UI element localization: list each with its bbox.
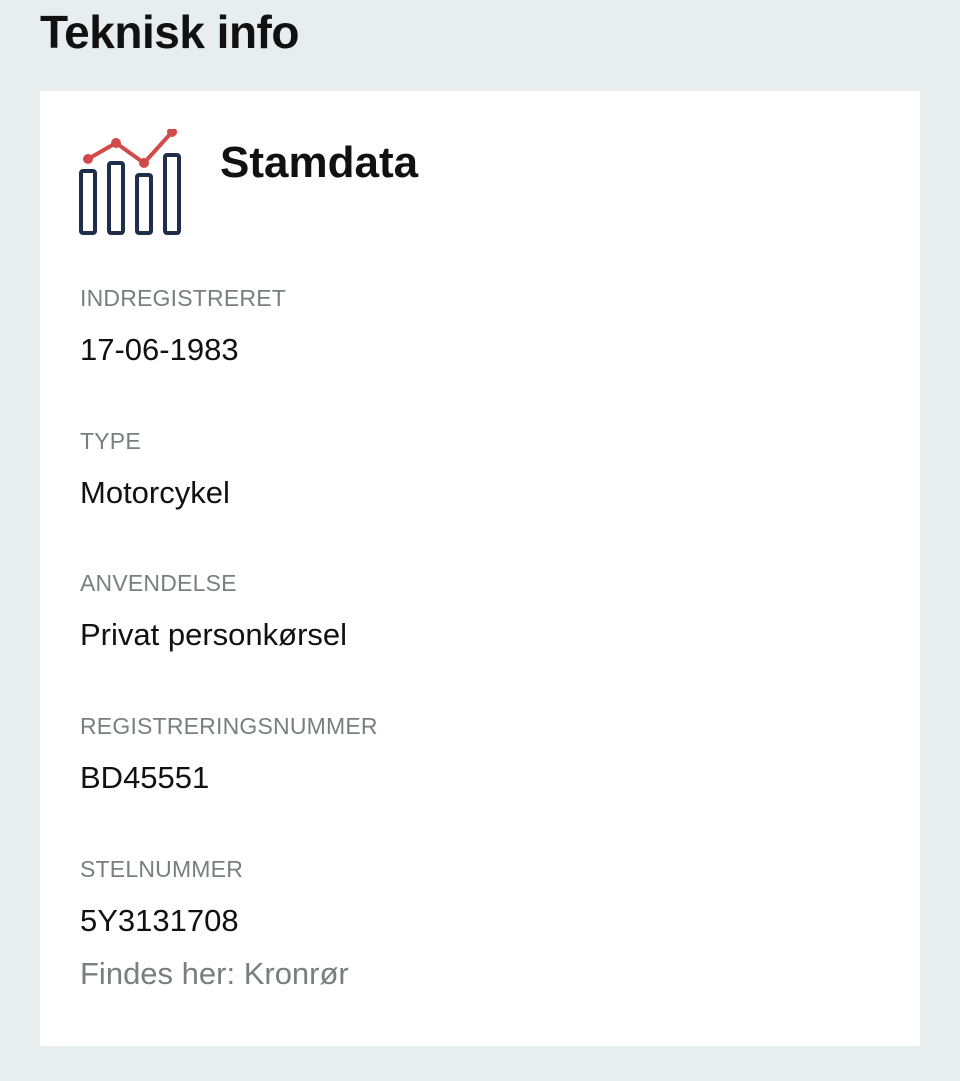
field-label: TYPE — [80, 428, 141, 454]
section-title: Stamdata — [220, 138, 419, 187]
field-label: ANVENDELSE — [80, 570, 237, 596]
stamdata-card: Stamdata INDREGISTRERET 17-06-1983 TYPE … — [40, 91, 920, 1046]
field-type: TYPE Motorcykel — [80, 427, 230, 511]
field-value: 17-06-1983 — [80, 332, 239, 367]
field-stelnummer: STELNUMMER 5Y3131708 Findes her: Kronrør — [80, 855, 349, 992]
bar-chart-trend-icon — [79, 129, 181, 235]
field-label: STELNUMMER — [80, 856, 244, 882]
field-value: Privat personkørsel — [80, 617, 348, 652]
field-value: 5Y3131708 — [80, 903, 239, 938]
field-value: BD45551 — [80, 760, 210, 795]
field-registreringsnummer: REGISTRERINGSNUMMER BD45551 — [80, 712, 378, 796]
field-value: Motorcykel — [80, 475, 230, 510]
field-indregistreret: INDREGISTRERET 17-06-1983 — [80, 284, 286, 368]
field-label: REGISTRERINGSNUMMER — [80, 713, 378, 739]
field-anvendelse: ANVENDELSE Privat personkørsel — [80, 569, 347, 653]
field-label: INDREGISTRERET — [80, 285, 286, 311]
field-hint: Findes her: Kronrør — [80, 956, 349, 991]
page-title: Teknisk info — [40, 6, 299, 58]
